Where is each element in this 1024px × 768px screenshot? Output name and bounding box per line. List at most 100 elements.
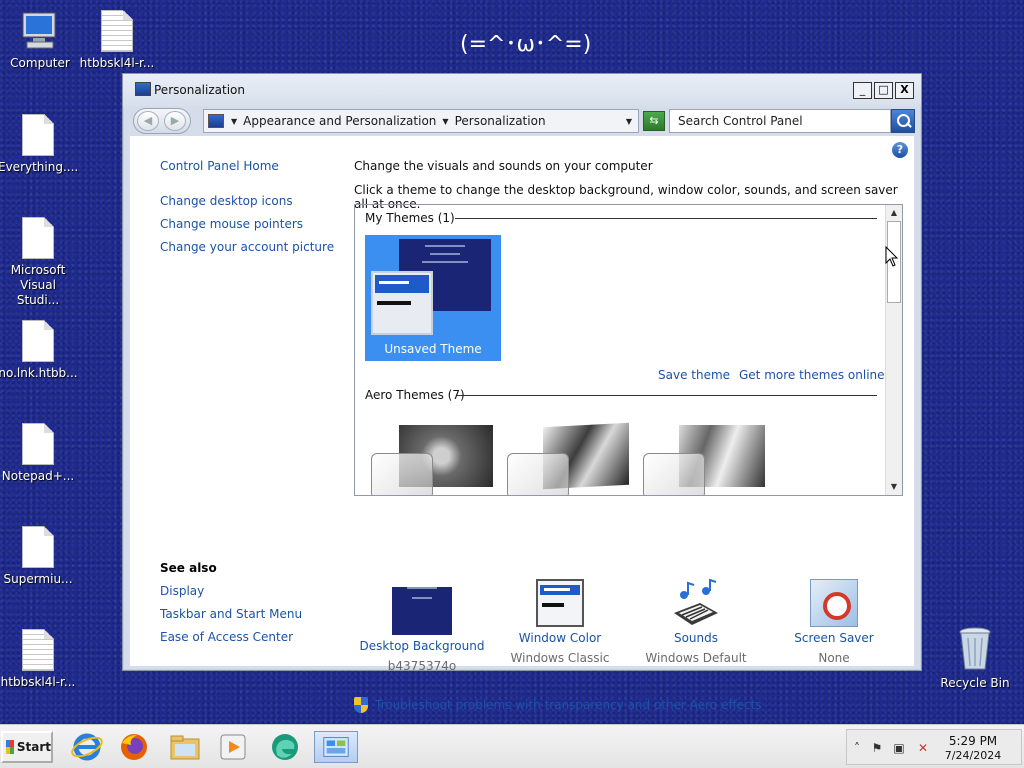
breadcrumb-personalization[interactable]: Personalization [455, 114, 546, 128]
desktop-icon-notepad[interactable]: Notepad+... [0, 423, 78, 484]
action-center-flag-icon[interactable]: ⚑ [869, 740, 885, 756]
personalization-icon [135, 82, 151, 96]
control-panel-icon [208, 114, 224, 128]
desktop-icon-label: Everything.... [0, 160, 79, 174]
mouse-cursor-icon [885, 246, 899, 267]
control-panel-icon[interactable] [314, 731, 358, 763]
desktop-icon-recycle-bin[interactable]: Recycle Bin [935, 626, 1015, 691]
network-icon[interactable]: ▣ [891, 740, 907, 756]
desktop-icon-label: Recycle Bin [940, 676, 1010, 690]
address-history-dropdown-icon[interactable]: ▼ [626, 117, 632, 126]
close-button[interactable]: X [895, 82, 914, 99]
start-button[interactable]: Start [1, 731, 53, 763]
window-color-setting[interactable]: Window Color Windows Classic [490, 579, 630, 665]
back-forward-group: ◀ ▶ [133, 108, 191, 134]
scroll-down-icon[interactable]: ▼ [886, 479, 902, 495]
media-player-icon[interactable] [216, 731, 250, 763]
screen-saver-icon [810, 579, 858, 627]
theme-preview-window [507, 453, 569, 495]
window-color-label[interactable]: Window Color [490, 631, 630, 645]
desktop-background-setting[interactable]: Desktop Background b4375374o [352, 579, 492, 673]
internet-explorer-icon[interactable] [70, 731, 104, 763]
screen-saver-label[interactable]: Screen Saver [764, 631, 904, 645]
save-theme-link[interactable]: Save theme [658, 368, 730, 382]
clock-date[interactable]: 7/24/2024 [943, 749, 1003, 762]
my-themes-heading: My Themes (1) [365, 211, 455, 225]
control-panel-home-link[interactable]: Control Panel Home [160, 159, 279, 173]
edge-icon[interactable] [268, 731, 302, 763]
sounds-setting[interactable]: Sounds Windows Default [626, 579, 766, 665]
display-link[interactable]: Display [160, 584, 204, 598]
desktop-icon-no-lnk[interactable]: no.lnk.htbb... [0, 320, 78, 381]
navigation-bar: ◀ ▶ ▼ Appearance and Personalization ▼ P… [133, 107, 915, 135]
clock-time[interactable]: 5:29 PM [943, 734, 1003, 748]
window-color-value: Windows Classic [510, 651, 610, 665]
desktop-icon-htbbskl4l-bottom[interactable]: htbbskl4l-r... [0, 629, 78, 690]
group-divider [457, 395, 877, 396]
desktop-icon-computer[interactable]: Computer [0, 10, 80, 71]
personalization-window: Personalization _ □ X ◀ ▶ ▼ Appearance a… [122, 73, 922, 713]
maximize-button[interactable]: □ [874, 82, 893, 99]
shield-icon [354, 697, 368, 713]
desktop-icon-visual-studio[interactable]: Microsoft Visual Studi... [0, 217, 78, 308]
minimize-button[interactable]: _ [853, 82, 872, 99]
file-icon [22, 526, 54, 568]
title-bar[interactable]: Personalization _ □ X [123, 74, 921, 106]
desktop-icon-everything[interactable]: Everything.... [0, 114, 78, 175]
system-tray: ˄ ⚑ ▣ ✕ 5:29 PM 7/24/2024 [846, 729, 1022, 765]
show-hidden-icons-icon[interactable]: ˄ [849, 740, 865, 756]
desktop-icon-supermium[interactable]: Supermiu... [0, 526, 78, 587]
desktop-icon-label: htbbskl4l-r... [0, 675, 76, 689]
change-desktop-icons-link[interactable]: Change desktop icons [160, 194, 293, 208]
refresh-button[interactable]: ⇆ [643, 111, 665, 131]
start-label: Start [16, 740, 51, 754]
theme-preview-window [371, 271, 433, 335]
desktop-background-value: b4375374o [387, 659, 457, 673]
aero-theme-characters[interactable] [641, 419, 771, 495]
help-icon[interactable]: ? [892, 142, 908, 158]
screen-saver-value: None [818, 651, 850, 665]
sounds-icon [674, 579, 718, 625]
text-file-icon [101, 10, 133, 52]
breadcrumb-separator-icon[interactable]: ▼ [442, 117, 448, 126]
page-heading: Change the visuals and sounds on your co… [354, 159, 653, 173]
get-more-themes-link[interactable]: Get more themes online [739, 368, 885, 382]
aero-theme-windows[interactable] [369, 419, 499, 495]
desktop-background-icon [392, 587, 452, 635]
screen-saver-setting[interactable]: Screen Saver None [764, 579, 904, 665]
scroll-up-icon[interactable]: ▲ [886, 205, 902, 221]
ease-of-access-link[interactable]: Ease of Access Center [160, 630, 293, 644]
forward-button[interactable]: ▶ [164, 111, 186, 131]
change-mouse-pointers-link[interactable]: Change mouse pointers [160, 217, 303, 231]
aero-theme-architecture[interactable] [505, 419, 635, 495]
unsaved-theme-label: Unsaved Theme [384, 342, 482, 356]
see-also-heading: See also [160, 561, 217, 575]
firefox-icon[interactable] [117, 731, 151, 763]
breadcrumb-dropdown-icon[interactable]: ▼ [231, 117, 237, 126]
breadcrumb-appearance[interactable]: Appearance and Personalization [243, 114, 436, 128]
back-button[interactable]: ◀ [137, 111, 159, 131]
desktop-background-label[interactable]: Desktop Background [352, 639, 492, 653]
unsaved-theme-tile[interactable]: Unsaved Theme [365, 235, 501, 361]
change-account-picture-link[interactable]: Change your account picture [160, 240, 334, 254]
address-bar[interactable]: ▼ Appearance and Personalization ▼ Perso… [203, 109, 639, 133]
file-icon [22, 217, 54, 259]
troubleshoot-label[interactable]: Troubleshoot problems with transparency … [375, 698, 762, 712]
search-icon[interactable] [891, 109, 915, 133]
taskbar-start-menu-link[interactable]: Taskbar and Start Menu [160, 607, 302, 621]
windows-logo-icon [6, 740, 14, 754]
themes-list[interactable]: My Themes (1) Unsaved Theme Save theme G… [354, 204, 903, 496]
file-explorer-icon[interactable] [168, 731, 202, 763]
desktop-icon-label: Microsoft Visual Studi... [10, 263, 66, 307]
troubleshoot-link[interactable]: Troubleshoot problems with transparency … [354, 697, 762, 713]
sounds-label[interactable]: Sounds [626, 631, 766, 645]
desktop-icon-label: Supermiu... [3, 572, 73, 586]
search-input[interactable]: Search Control Panel [669, 109, 891, 133]
theme-preview-window [643, 453, 705, 495]
desktop-icon-htbbskl4l-top[interactable]: htbbskl4l-r... [77, 10, 157, 71]
desktop-icon-label: no.lnk.htbb... [0, 366, 78, 380]
group-divider [455, 218, 877, 219]
desktop-icon-label: Notepad+... [1, 469, 75, 483]
file-icon [22, 423, 54, 465]
volume-muted-icon[interactable]: ✕ [915, 740, 931, 756]
